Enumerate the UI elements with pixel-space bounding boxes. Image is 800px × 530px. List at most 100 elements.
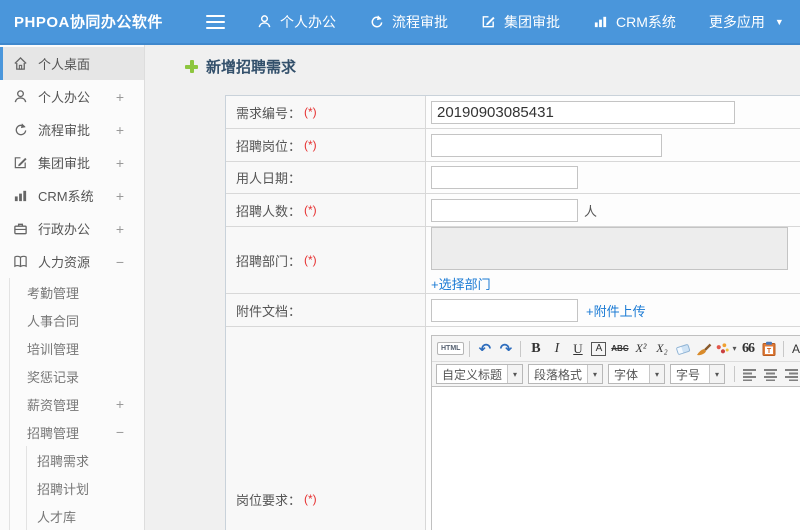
underline-button[interactable]: U bbox=[568, 339, 587, 359]
form-row-requirements: 岗位要求： (*) HTML ↶ ↷ B I U A ABC X² X₂ ▾ 6… bbox=[226, 327, 800, 530]
field-label: 招聘部门： bbox=[236, 253, 302, 269]
sidebar-item-crm[interactable]: CRM系统 + bbox=[0, 179, 144, 212]
expand-icon[interactable]: + bbox=[116, 155, 124, 171]
sidebar-item-rewards[interactable]: 奖惩记录 bbox=[10, 362, 144, 390]
font-size-dropdown[interactable]: 字号 ▾ bbox=[670, 364, 726, 384]
required-mark: (*) bbox=[304, 253, 317, 267]
nav-group-approval[interactable]: 集团审批 bbox=[481, 12, 560, 32]
sidebar-label: 个人桌面 bbox=[38, 57, 91, 72]
sidebar-item-desktop[interactable]: 个人桌面 bbox=[0, 47, 144, 80]
top-nav-menu: 个人办公 流程审批 集团审批 CRM系统 更多应用 ▼ bbox=[257, 12, 784, 32]
palette-icon bbox=[717, 342, 730, 353]
app-logo: PHPOA协同办公软件 bbox=[14, 14, 163, 31]
sidebar-item-recruit-plan[interactable]: 招聘计划 bbox=[27, 474, 144, 502]
rich-text-editor: HTML ↶ ↷ B I U A ABC X² X₂ ▾ 66 T A 自定义标… bbox=[431, 335, 800, 530]
align-left-icon bbox=[743, 368, 757, 381]
align-left-button[interactable] bbox=[740, 364, 759, 384]
editor-content-area[interactable] bbox=[431, 387, 800, 530]
editor-toolbar-row2: 自定义标题 ▾ 段落格式 ▾ 字体 ▾ 字号 ▾ bbox=[432, 361, 800, 386]
sidebar-item-salary[interactable]: 薪资管理 + bbox=[10, 390, 144, 418]
undo-button[interactable]: ↶ bbox=[475, 339, 494, 359]
sidebar-label: 招聘管理 bbox=[27, 425, 80, 441]
sidebar-item-attendance[interactable]: 考勤管理 bbox=[10, 278, 144, 306]
eraser-button[interactable] bbox=[673, 339, 692, 359]
chevron-down-icon: ▾ bbox=[709, 365, 725, 383]
position-input[interactable] bbox=[431, 133, 662, 157]
redo-button[interactable]: ↷ bbox=[496, 339, 515, 359]
expand-icon[interactable]: + bbox=[116, 221, 124, 237]
briefcase-icon bbox=[12, 221, 29, 236]
form-row-department: 招聘部门： (*) +选择部门 bbox=[226, 227, 800, 294]
required-mark: (*) bbox=[304, 138, 317, 152]
workflow-icon bbox=[12, 122, 29, 137]
sidebar-item-recruit-demand[interactable]: 招聘需求 bbox=[27, 446, 144, 474]
department-textarea[interactable] bbox=[431, 227, 788, 270]
sidebar-item-group-approval[interactable]: 集团审批 + bbox=[0, 146, 144, 179]
sidebar-label: 人才库 bbox=[37, 509, 77, 525]
nav-personal-office[interactable]: 个人办公 bbox=[257, 12, 336, 32]
chevron-down-icon: ▾ bbox=[507, 365, 523, 383]
expand-icon[interactable]: + bbox=[116, 89, 124, 105]
sidebar-item-hr[interactable]: 人力资源 − bbox=[0, 245, 144, 278]
chevron-down-icon: ▾ bbox=[587, 365, 603, 383]
sidebar-item-workflow-approval[interactable]: 流程审批 + bbox=[0, 113, 144, 146]
html-source-button[interactable]: HTML bbox=[437, 342, 465, 355]
sidebar-item-recruitment[interactable]: 招聘管理 − bbox=[10, 418, 144, 446]
sidebar-label: 薪资管理 bbox=[27, 397, 80, 413]
menu-toggle-icon[interactable] bbox=[206, 11, 225, 33]
req-no-input[interactable] bbox=[431, 100, 735, 124]
sidebar-item-admin-office[interactable]: 行政办公 + bbox=[0, 212, 144, 245]
color-palette-button[interactable]: ▾ bbox=[715, 339, 736, 359]
field-label: 招聘人数： bbox=[236, 203, 302, 219]
paragraph-format-dropdown[interactable]: 段落格式 ▾ bbox=[528, 364, 604, 384]
bold-button[interactable]: B bbox=[526, 339, 545, 359]
person-icon bbox=[12, 89, 29, 104]
form-row-date: 用人日期： bbox=[226, 162, 800, 194]
expand-icon[interactable]: + bbox=[116, 122, 124, 138]
bar-chart-icon bbox=[593, 14, 608, 29]
attachment-input[interactable] bbox=[431, 298, 578, 322]
sidebar-label: CRM系统 bbox=[38, 189, 94, 204]
nav-label: 流程审批 bbox=[392, 13, 448, 30]
sidebar-item-hr-contract[interactable]: 人事合同 bbox=[10, 306, 144, 334]
nav-label: 个人办公 bbox=[280, 13, 336, 30]
bar-chart-icon bbox=[12, 188, 29, 203]
blockquote-button[interactable]: 66 bbox=[738, 339, 757, 359]
italic-button[interactable]: I bbox=[547, 339, 566, 359]
home-icon bbox=[12, 56, 29, 71]
headcount-input[interactable] bbox=[431, 198, 578, 222]
font-style-button[interactable]: A bbox=[591, 341, 607, 356]
nav-workflow-approval[interactable]: 流程审批 bbox=[369, 12, 448, 32]
sidebar-item-talent-pool[interactable]: 人才库 bbox=[27, 502, 144, 530]
format-brush-button[interactable] bbox=[694, 339, 713, 359]
select-department-link[interactable]: +选择部门 bbox=[431, 274, 491, 293]
hire-date-input[interactable] bbox=[431, 166, 578, 189]
sidebar-item-training[interactable]: 培训管理 bbox=[10, 334, 144, 362]
collapse-icon[interactable]: − bbox=[116, 254, 124, 270]
subscript-button[interactable]: X₂ bbox=[652, 339, 671, 359]
nav-more-apps[interactable]: 更多应用 ▼ bbox=[709, 12, 784, 32]
sidebar-label: 流程审批 bbox=[38, 123, 91, 138]
custom-title-dropdown[interactable]: 自定义标题 ▾ bbox=[436, 364, 524, 384]
collapse-icon[interactable]: − bbox=[116, 424, 124, 440]
paste-button[interactable]: T bbox=[759, 339, 778, 359]
recruitment-submenu: 招聘需求 招聘计划 人才库 bbox=[26, 446, 144, 530]
align-right-button[interactable] bbox=[782, 364, 800, 384]
font-color-button[interactable]: A ▾ bbox=[789, 339, 800, 359]
sidebar-item-personal-office[interactable]: 个人办公 + bbox=[0, 80, 144, 113]
superscript-button[interactable]: X² bbox=[631, 339, 650, 359]
field-label: 招聘岗位： bbox=[236, 138, 302, 154]
strikethrough-button[interactable]: ABC bbox=[610, 339, 629, 359]
expand-icon[interactable]: + bbox=[116, 188, 124, 204]
main-content: 新增招聘需求 需求编号： (*) 招聘岗位： (*) 用人日期： bbox=[145, 45, 800, 530]
page-title-text: 新增招聘需求 bbox=[206, 59, 297, 76]
expand-icon[interactable]: + bbox=[116, 396, 124, 412]
align-center-button[interactable] bbox=[761, 364, 780, 384]
font-family-dropdown[interactable]: 字体 ▾ bbox=[608, 364, 666, 384]
upload-attachment-link[interactable]: +附件上传 bbox=[586, 301, 646, 320]
eraser-icon bbox=[676, 343, 691, 355]
form-row-position: 招聘岗位： (*) bbox=[226, 129, 800, 162]
nav-crm-system[interactable]: CRM系统 bbox=[593, 12, 676, 32]
edit-icon bbox=[481, 14, 496, 29]
edit-icon bbox=[12, 155, 29, 170]
